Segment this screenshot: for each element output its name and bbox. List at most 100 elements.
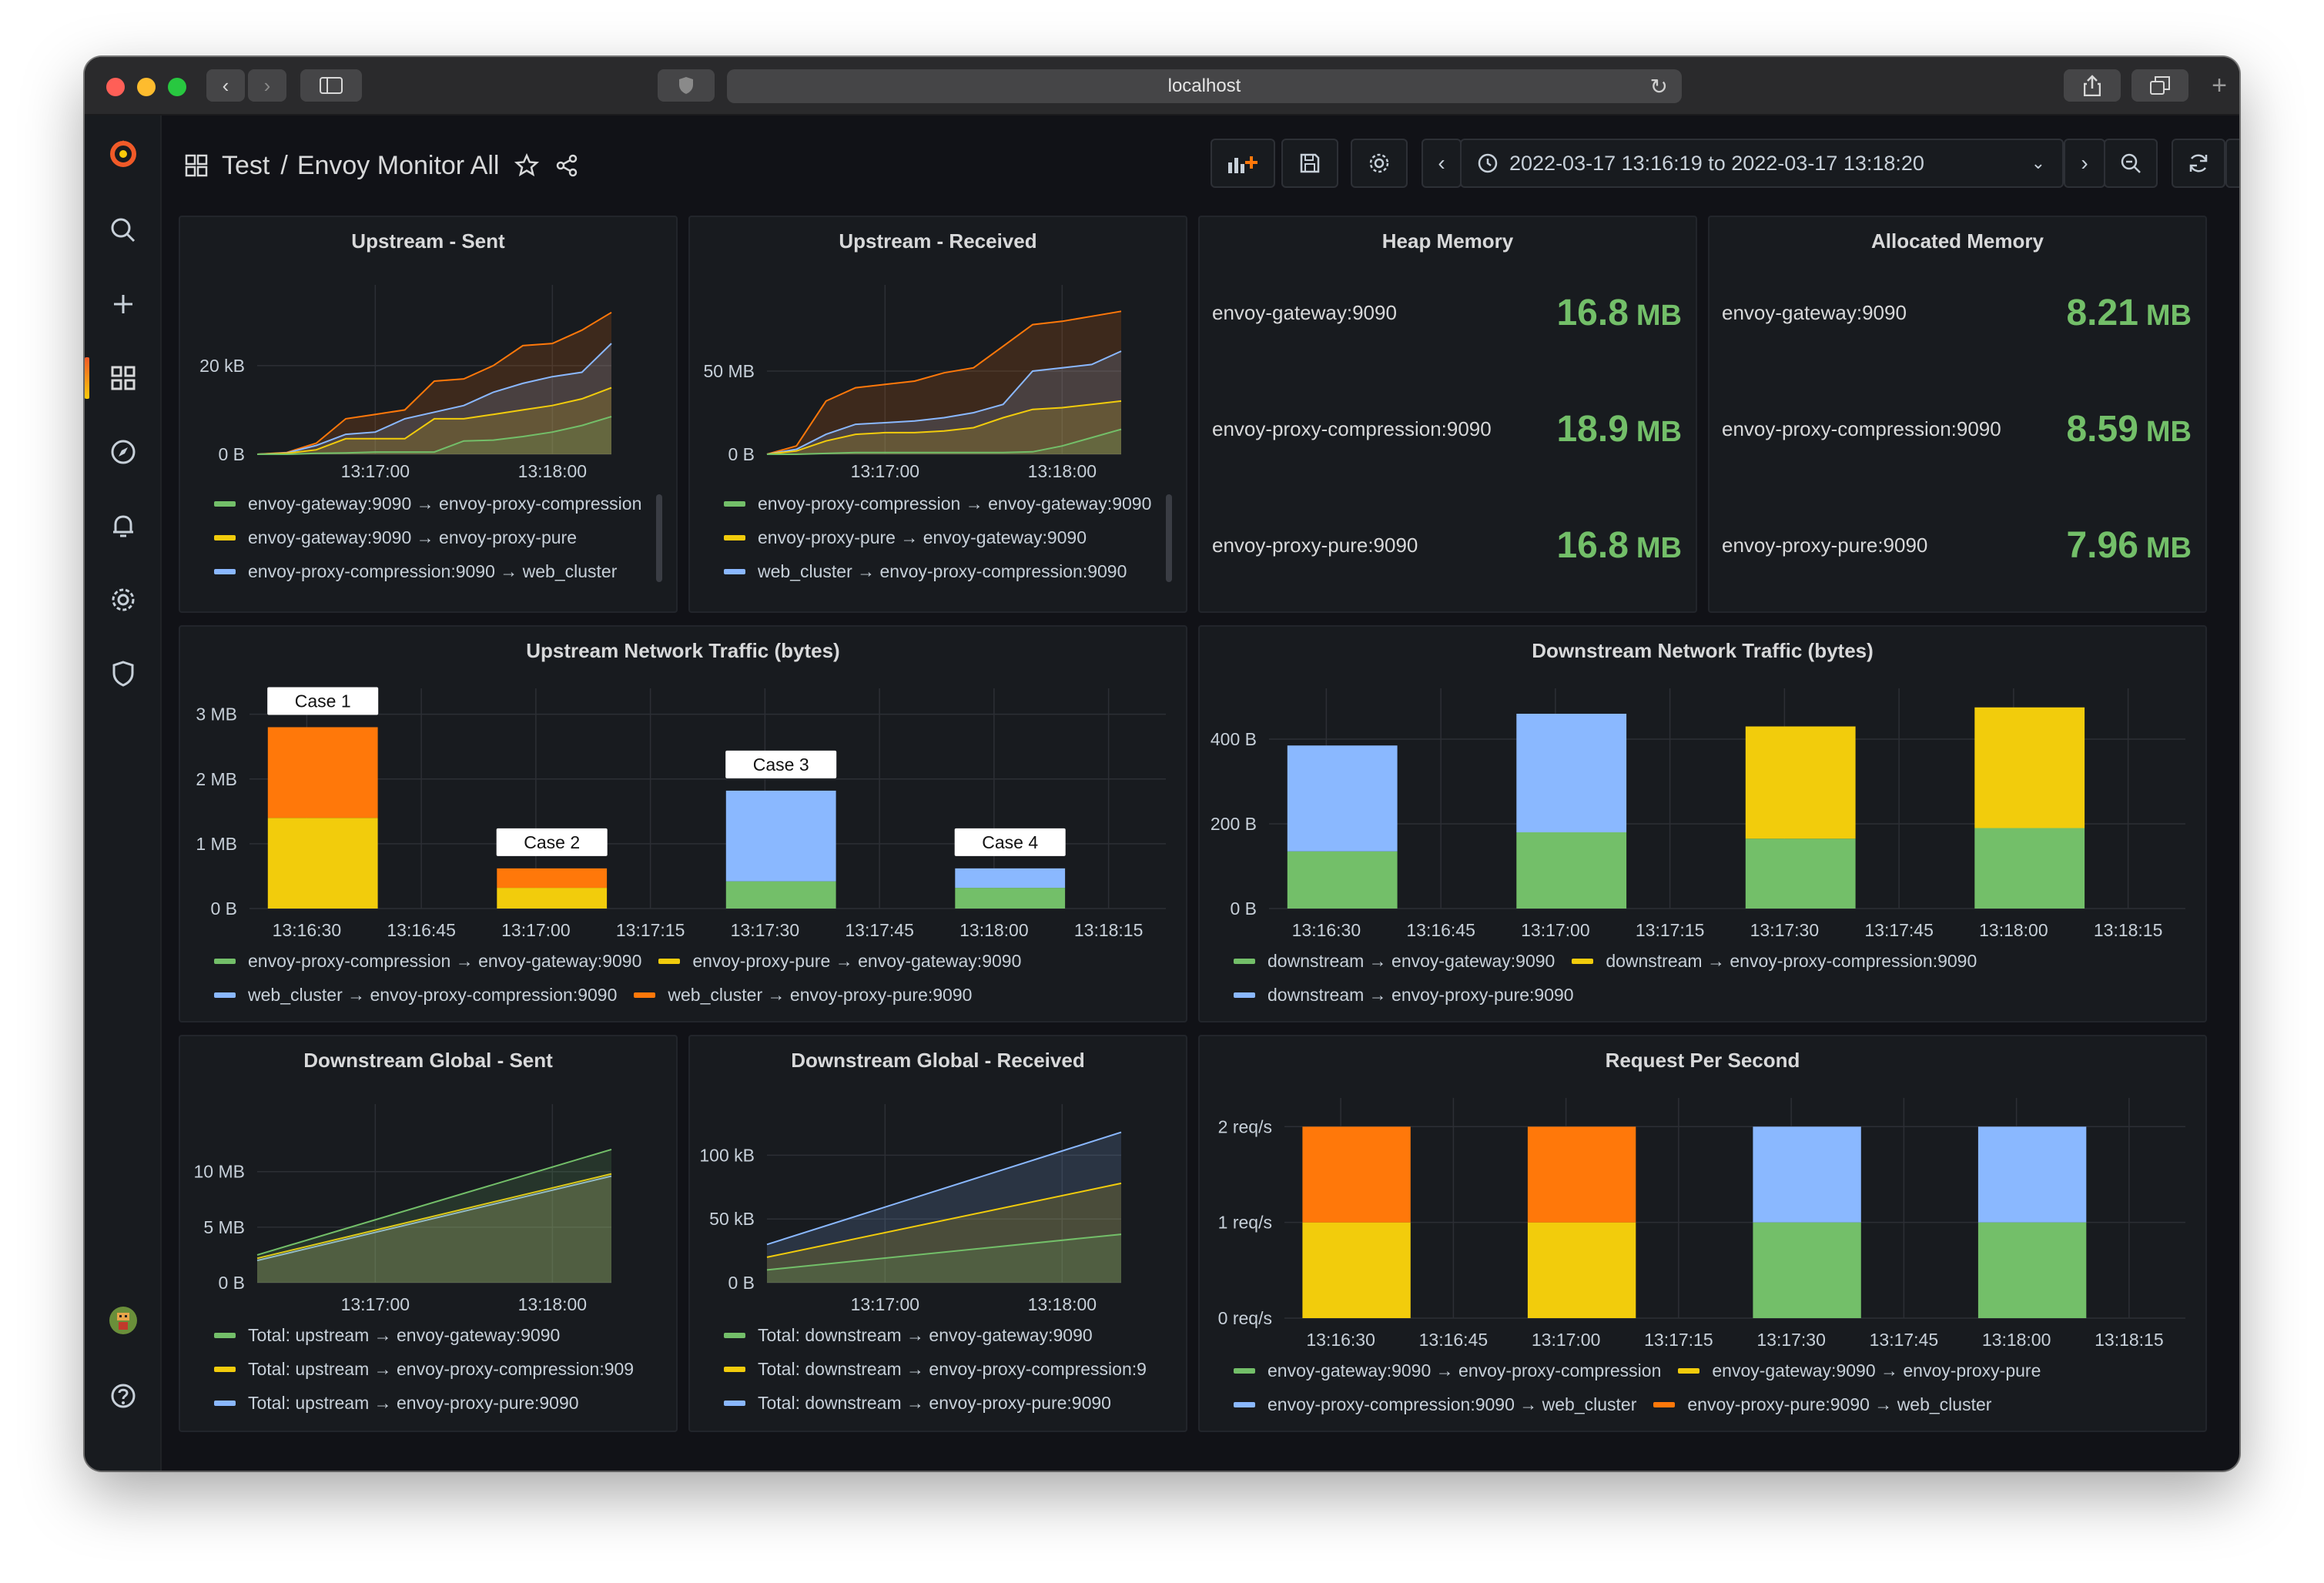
legend-label: downstream → envoy-gateway:9090 bbox=[1267, 950, 1555, 971]
legend-item[interactable]: web_cluster → envoy-proxy-pure:9090 bbox=[634, 985, 972, 1006]
legend-item[interactable]: downstream → envoy-proxy-pure:9090 bbox=[1234, 985, 1574, 1006]
legend-item[interactable]: Total: downstream → envoy-gateway:9090 bbox=[724, 1318, 1169, 1352]
legend-swatch bbox=[214, 1400, 236, 1406]
legend-item[interactable]: envoy-gateway:9090 → envoy-proxy-compres… bbox=[214, 487, 645, 520]
legend-scrollbar[interactable] bbox=[656, 494, 662, 582]
x-tick-label: 13:18:00 bbox=[1028, 1294, 1097, 1314]
refresh-icon[interactable] bbox=[2172, 139, 2225, 188]
address-bar[interactable]: localhost ↻ bbox=[727, 69, 1682, 103]
legend-swatch bbox=[1678, 1367, 1700, 1374]
add-panel-button[interactable] bbox=[1211, 139, 1275, 188]
legend: envoy-proxy-compression → envoy-gateway:… bbox=[214, 944, 1169, 1012]
legend-swatch bbox=[1234, 958, 1255, 964]
minimize-window-button[interactable] bbox=[137, 78, 156, 96]
x-tick-label: 13:16:45 bbox=[387, 920, 456, 940]
legend-label: web_cluster → envoy-proxy-compression:90… bbox=[758, 561, 1127, 581]
legend-scrollbar[interactable] bbox=[1166, 494, 1172, 582]
y-tick-label: 0 B bbox=[728, 1273, 755, 1293]
legend-swatch bbox=[1234, 1367, 1255, 1374]
stat-row: envoy-proxy-pure:9090 7.96 MB bbox=[1722, 522, 2192, 568]
dashboards-icon[interactable] bbox=[85, 351, 162, 405]
legend-swatch bbox=[1234, 1401, 1255, 1407]
upstream-traffic-chart: 0 B 1 MB 2 MB 3 MB 13:16:30 13:16:45 13:17:00 1… bbox=[196, 687, 1166, 940]
sidebar-toggle-icon[interactable] bbox=[300, 69, 362, 102]
stat-name: envoy-proxy-pure:9090 bbox=[1212, 533, 1418, 557]
forward-icon[interactable]: › bbox=[248, 69, 286, 102]
alerting-bell-icon[interactable] bbox=[85, 499, 162, 553]
legend-item[interactable]: envoy-proxy-compression:9090 → web_clust… bbox=[1234, 1394, 1636, 1415]
legend-swatch bbox=[214, 568, 236, 574]
dashboard-title[interactable]: Envoy Monitor All bbox=[297, 151, 500, 181]
legend-item[interactable]: Total: downstream → envoy-proxy-compress… bbox=[724, 1352, 1169, 1386]
legend-item[interactable]: envoy-proxy-pure:9090 → web_cluster bbox=[1653, 1394, 1991, 1415]
refresh-interval-chevron-down-icon[interactable]: ⌄ bbox=[2225, 139, 2239, 188]
share-icon[interactable] bbox=[2064, 69, 2121, 102]
create-plus-icon[interactable] bbox=[85, 277, 162, 331]
y-tick-label: 0 B bbox=[218, 444, 245, 464]
time-range-picker[interactable]: 2022-03-17 13:16:19 to 2022-03-17 13:18:… bbox=[1460, 139, 2064, 188]
explore-compass-icon[interactable] bbox=[85, 425, 162, 479]
legend-item[interactable]: Total: upstream → envoy-proxy-pure:9090 bbox=[214, 1386, 659, 1420]
y-tick-label: 1 MB bbox=[196, 834, 237, 854]
user-avatar[interactable] bbox=[85, 1294, 162, 1347]
star-icon[interactable] bbox=[514, 153, 540, 178]
folder-link[interactable]: Test bbox=[222, 151, 270, 181]
legend-item[interactable]: envoy-proxy-pure → envoy-gateway:9090 bbox=[724, 520, 1155, 554]
y-tick-label: 0 B bbox=[218, 1273, 245, 1293]
y-tick-label: 5 MB bbox=[203, 1217, 245, 1237]
zoom-window-button[interactable] bbox=[168, 78, 186, 96]
save-dashboard-icon[interactable] bbox=[1281, 139, 1338, 188]
grafana-logo-icon[interactable] bbox=[85, 126, 162, 180]
panel-downstream-global-sent: Downstream Global - Sent 0 B5 MB 10 MB 13:… bbox=[179, 1035, 678, 1432]
legend-item[interactable]: web_cluster → envoy-proxy-compression:90… bbox=[214, 985, 617, 1006]
legend-item[interactable]: envoy-proxy-compression → envoy-gateway:… bbox=[214, 951, 641, 972]
legend-label: envoy-gateway:9090 → envoy-proxy-compres… bbox=[248, 493, 642, 514]
tabs-overview-icon[interactable] bbox=[2131, 69, 2188, 102]
legend-item[interactable]: Total: upstream → envoy-proxy-compressio… bbox=[214, 1352, 659, 1386]
bar-segment bbox=[955, 868, 1066, 889]
legend-item[interactable]: envoy-proxy-pure → envoy-gateway:9090 bbox=[658, 951, 1021, 972]
bar-segment bbox=[1753, 1222, 1861, 1318]
legend-item[interactable]: envoy-gateway:9090 → envoy-proxy-compres… bbox=[1234, 1360, 1661, 1381]
legend-swatch bbox=[724, 534, 745, 540]
reload-icon[interactable]: ↻ bbox=[1650, 74, 1668, 99]
browser-titlebar: ‹ › localhost ↻ + bbox=[85, 57, 2239, 115]
configuration-gear-icon[interactable] bbox=[85, 573, 162, 627]
legend-item[interactable]: web_cluster → envoy-proxy-compression:90… bbox=[724, 554, 1155, 588]
legend-item[interactable]: envoy-proxy-compression:9090 → web_clust… bbox=[214, 554, 645, 588]
y-tick-label: 3 MB bbox=[196, 704, 237, 725]
privacy-shield-icon[interactable] bbox=[658, 69, 715, 102]
zoom-out-icon[interactable] bbox=[2104, 139, 2158, 188]
share-dashboard-icon[interactable] bbox=[554, 153, 579, 178]
legend-label: envoy-gateway:9090 → envoy-proxy-pure bbox=[1712, 1360, 2041, 1381]
legend-item[interactable]: Total: upstream → envoy-gateway:9090 bbox=[214, 1318, 659, 1352]
y-tick-label: 50 kB bbox=[709, 1209, 755, 1229]
x-tick-label: 13:16:45 bbox=[1406, 920, 1475, 940]
panel-upstream-network-traffic: Upstream Network Traffic (bytes) 0 B1 MB… bbox=[179, 625, 1187, 1022]
legend-item[interactable]: envoy-gateway:9090 → envoy-proxy-pure bbox=[214, 520, 645, 554]
legend-item[interactable]: envoy-proxy-compression → envoy-gateway:… bbox=[724, 487, 1155, 520]
legend-item[interactable]: downstream → envoy-gateway:9090 bbox=[1234, 951, 1555, 972]
panel-upstream-received: Upstream - Received 0 B 50 MB 13:17:00 13:1… bbox=[688, 216, 1187, 613]
bar-label: Case 4 bbox=[982, 832, 1038, 852]
legend-item[interactable]: envoy-gateway:9090 → envoy-proxy-pure bbox=[1678, 1360, 2041, 1381]
server-admin-shield-icon[interactable] bbox=[85, 647, 162, 701]
time-shift-forward-icon[interactable]: › bbox=[2064, 139, 2105, 188]
time-shift-back-icon[interactable]: ‹ bbox=[1422, 139, 1462, 188]
dashboard-settings-gear-icon[interactable] bbox=[1351, 139, 1408, 188]
bar-segment bbox=[1745, 726, 1856, 839]
legend-item[interactable]: Total: downstream → envoy-proxy-pure:909… bbox=[724, 1386, 1169, 1420]
new-tab-icon[interactable]: + bbox=[2204, 69, 2235, 102]
legend-item[interactable]: downstream → envoy-proxy-compression:909… bbox=[1572, 951, 1977, 972]
panel-title[interactable]: Heap Memory bbox=[1200, 229, 1696, 253]
back-icon[interactable]: ‹ bbox=[206, 69, 245, 102]
chevron-down-icon: ⌄ bbox=[2031, 153, 2045, 172]
request-per-second-chart: 0 req/s 1 req/s 2 req/s 13:16:30 13:16:45 13:… bbox=[1218, 1098, 2185, 1350]
help-icon[interactable] bbox=[85, 1369, 162, 1423]
search-icon[interactable] bbox=[85, 203, 162, 257]
legend-swatch bbox=[724, 568, 745, 574]
close-window-button[interactable] bbox=[106, 78, 125, 96]
bar-label: Case 3 bbox=[753, 755, 809, 775]
panel-title[interactable]: Allocated Memory bbox=[1710, 229, 2205, 253]
x-tick-label: 13:18:00 bbox=[518, 461, 588, 481]
